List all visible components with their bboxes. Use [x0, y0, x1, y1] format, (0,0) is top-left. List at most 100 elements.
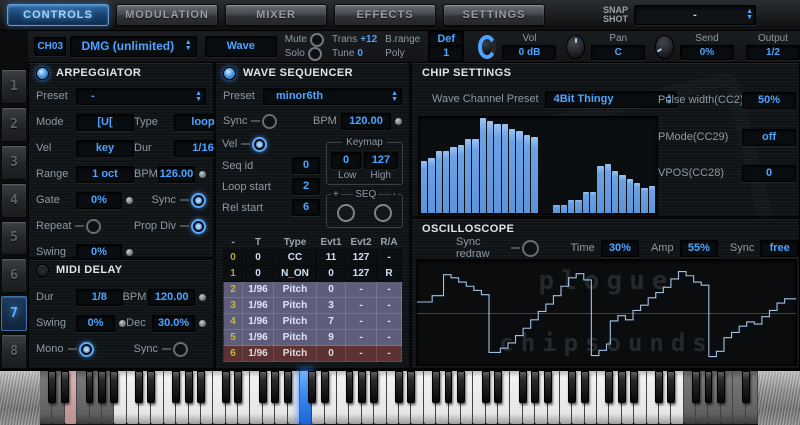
seq-cell[interactable]: 1/96 [243, 298, 274, 314]
osc-amp-value[interactable]: 55% [680, 240, 719, 257]
tab-settings[interactable]: SETTINGS [443, 4, 545, 26]
wavetable-bar[interactable] [450, 147, 456, 214]
mdl-sync-toggle[interactable] [173, 342, 188, 357]
black-key[interactable] [519, 371, 527, 403]
seq-cell[interactable]: Pitch [274, 298, 317, 314]
seq-row[interactable]: 51/96Pitch9-- [224, 330, 402, 346]
black-key[interactable] [568, 371, 576, 403]
arp-mode-value[interactable]: [U[ [76, 114, 134, 131]
wavetable-bar[interactable] [516, 131, 522, 213]
seq-cell[interactable]: - [346, 346, 377, 362]
seq-row[interactable]: 41/96Pitch7-- [224, 314, 402, 330]
wavetable-bar[interactable] [443, 151, 449, 213]
mdl-swing-dot[interactable] [119, 320, 126, 327]
seq-cell[interactable]: 0 [317, 282, 346, 298]
arp-swing-dot[interactable] [126, 249, 133, 256]
wavetable-bar[interactable] [502, 124, 508, 213]
seq-cell[interactable]: 0 [224, 250, 243, 266]
arp-sync-toggle[interactable] [191, 193, 206, 208]
sidebar-channel-6[interactable]: 6 [1, 258, 27, 293]
black-key[interactable] [395, 371, 403, 403]
seq-cell[interactable]: - [377, 282, 402, 298]
black-key[interactable] [48, 371, 56, 403]
black-key[interactable] [717, 371, 725, 403]
mdl-dec-value[interactable]: 30.0% [152, 315, 195, 332]
black-key[interactable] [110, 371, 118, 403]
output-value[interactable]: 1/2 [746, 45, 800, 60]
sidebar-channel-8[interactable]: 8 [1, 334, 27, 369]
seq-cell[interactable]: 9 [317, 330, 346, 346]
sidebar-channel-7[interactable]: 7 [1, 296, 27, 331]
black-key[interactable] [86, 371, 94, 403]
sidebar-channel-3[interactable]: 3 [1, 145, 27, 180]
seq-cell[interactable]: Pitch [274, 346, 317, 362]
arp-preset-dropdown[interactable]: - ▲▼ [76, 88, 206, 105]
seq-cell[interactable]: Pitch [274, 330, 317, 346]
mdl-bpm-value[interactable]: 120.00 [148, 289, 195, 306]
seq-cell[interactable]: 3 [317, 298, 346, 314]
channel-mode-dropdown[interactable]: Wave [205, 36, 277, 57]
seq-cell[interactable]: 1/96 [243, 346, 274, 362]
seq-cell[interactable]: - [377, 314, 402, 330]
seq-row[interactable]: 61/96Pitch0-- [224, 346, 402, 362]
snapshot-dropdown[interactable]: - ▲▼ [634, 5, 756, 25]
wave-channel-preset-dropdown[interactable]: 4Bit Thingy ▲▼ [545, 91, 677, 108]
black-key[interactable] [692, 371, 700, 403]
seq-cell[interactable]: Pitch [274, 314, 317, 330]
seq-row[interactable]: 31/96Pitch3-- [224, 298, 402, 314]
osc-time-value[interactable]: 30% [601, 240, 640, 257]
mute-radio[interactable] [310, 33, 324, 47]
send-knob[interactable] [655, 35, 674, 59]
seq-add-button[interactable] [337, 204, 355, 222]
seq-cell[interactable]: 0 [317, 266, 346, 282]
black-key[interactable] [185, 371, 193, 403]
seq-cell[interactable]: 3 [224, 298, 243, 314]
black-key[interactable] [98, 371, 106, 403]
pmode-value[interactable]: off [742, 129, 796, 146]
seq-cell[interactable]: 0 [317, 346, 346, 362]
channel-preset-spinner[interactable]: ▲▼ [185, 40, 192, 52]
black-key[interactable] [618, 371, 626, 403]
wavetable-bar[interactable] [465, 139, 471, 213]
wavetable-bar[interactable] [553, 205, 559, 213]
seq-cell[interactable]: 0 [243, 266, 274, 282]
wavetable-bar[interactable] [590, 192, 596, 213]
black-key[interactable] [482, 371, 490, 403]
seq-cell[interactable]: 11 [317, 250, 346, 266]
mdl-dur-value[interactable]: 1/8 [76, 289, 123, 306]
seq-cell[interactable]: - [377, 346, 402, 362]
sidebar-channel-2[interactable]: 2 [1, 107, 27, 142]
wsq-preset-spinner[interactable]: ▲▼ [391, 91, 398, 103]
black-key[interactable] [222, 371, 230, 403]
wavetable-bar[interactable] [641, 188, 647, 213]
wavetable-bar[interactable] [605, 164, 611, 213]
arp-gate-dot[interactable] [126, 197, 133, 204]
seq-cell[interactable]: R [377, 266, 402, 282]
pan-value[interactable]: C [591, 45, 645, 60]
black-key[interactable] [445, 371, 453, 403]
wavetable-bar[interactable] [575, 200, 581, 213]
wavetable-bar[interactable] [561, 205, 567, 213]
send-value[interactable]: 0% [680, 45, 734, 60]
black-key[interactable] [259, 371, 267, 403]
wavetable-bar[interactable] [649, 186, 655, 213]
black-key[interactable] [432, 371, 440, 403]
seq-cell[interactable]: 127 [346, 250, 377, 266]
wsq-preset-dropdown[interactable]: minor6th ▲▼ [263, 88, 402, 105]
seq-cell[interactable]: 1/96 [243, 314, 274, 330]
poly-value[interactable]: 1 [428, 45, 464, 62]
wavetable-bar[interactable] [428, 158, 434, 213]
seq-cell[interactable]: CC [274, 250, 317, 266]
wavetable-bar[interactable] [612, 171, 618, 213]
black-key[interactable] [370, 371, 378, 403]
wavetable-bar[interactable] [436, 151, 442, 213]
black-key[interactable] [605, 371, 613, 403]
black-key[interactable] [655, 371, 663, 403]
piano-keys[interactable] [40, 371, 758, 425]
wsq-bpm-dot[interactable] [395, 118, 402, 125]
sequence-table[interactable]: -TTypeEvt1Evt2R/A 00CC11127-10N_ON0127R2… [223, 236, 402, 362]
snapshot-spinner[interactable]: ▲▼ [746, 9, 753, 21]
black-key[interactable] [135, 371, 143, 403]
arp-propdiv-toggle[interactable] [191, 219, 206, 234]
mdl-bpm-dot[interactable] [199, 294, 206, 301]
